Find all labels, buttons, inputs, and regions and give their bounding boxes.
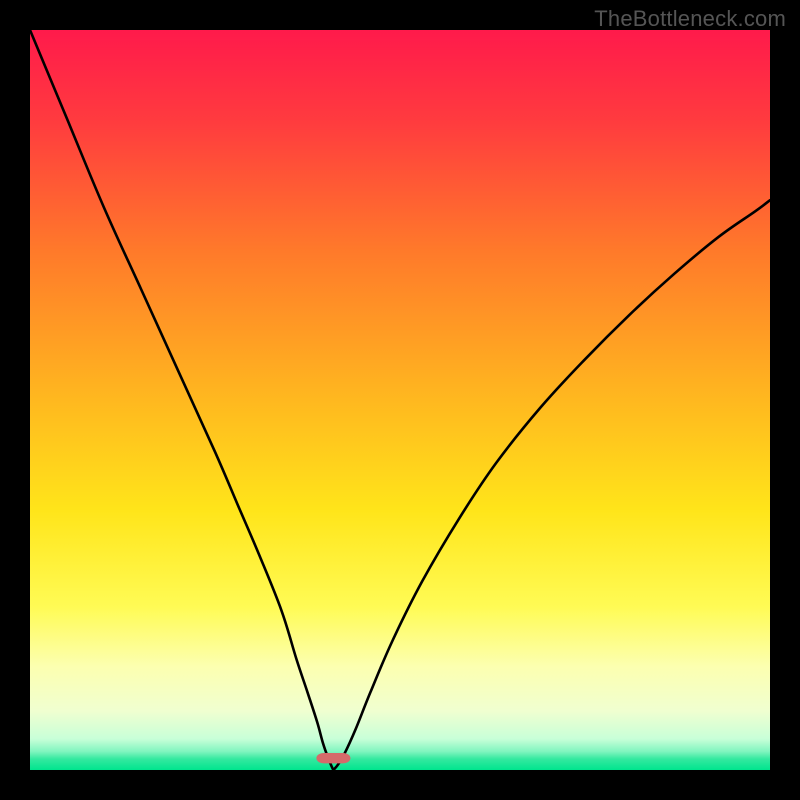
bottleneck-chart [30, 30, 770, 770]
plot-area [30, 30, 770, 770]
watermark-text: TheBottleneck.com [594, 6, 786, 32]
gradient-background [30, 30, 770, 770]
chart-frame: TheBottleneck.com [0, 0, 800, 800]
optimum-marker [316, 753, 350, 763]
